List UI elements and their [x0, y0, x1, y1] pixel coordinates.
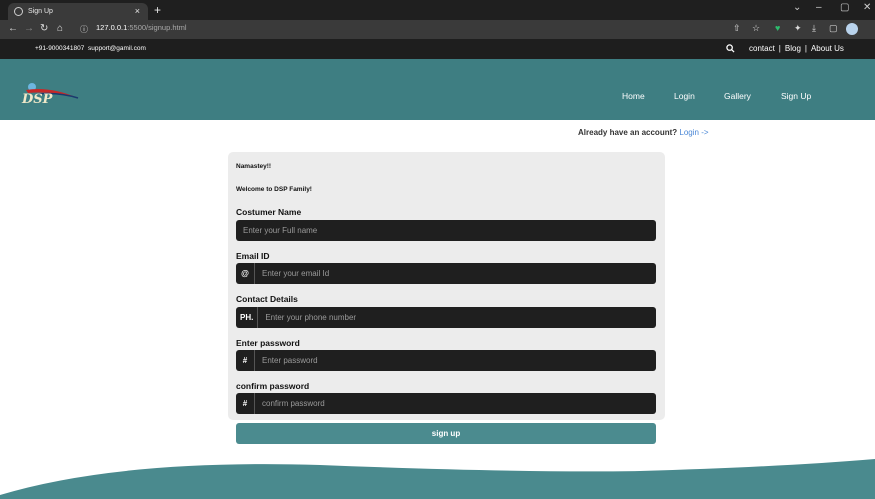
tab-close-icon[interactable]: ×: [135, 6, 140, 16]
phone-number: +91-9000341807: [35, 45, 85, 52]
account-prompt: Already have an account? Login ->: [578, 128, 709, 137]
download-icon[interactable]: ⤓: [812, 23, 816, 34]
confirm-password-label: confirm password: [236, 381, 310, 391]
hash-icon: #: [236, 393, 255, 414]
phone-input[interactable]: PH. Enter your phone number: [236, 307, 656, 328]
greeting-text: Namastey!!: [236, 163, 272, 170]
bookmark-star-icon[interactable]: ☆: [752, 23, 760, 34]
email-input[interactable]: @ Enter your email Id: [236, 263, 656, 284]
login-link[interactable]: Login ->: [679, 128, 708, 137]
topstrip-links: contact | Blog | About Us: [726, 44, 844, 55]
tab-title: Sign Up: [28, 8, 53, 15]
site-logo[interactable]: DSP: [22, 80, 80, 115]
password-label: Enter password: [236, 338, 300, 348]
browser-tabbar: Sign Up × + ⌄ – ▢ ✕: [0, 0, 875, 20]
back-icon[interactable]: ←: [8, 23, 18, 34]
site-navbar: [0, 59, 875, 120]
confirm-password-placeholder: confirm password: [262, 399, 325, 408]
password-placeholder: Enter password: [262, 356, 318, 365]
url-host: 127.0.0.1: [96, 23, 128, 32]
info-icon[interactable]: ⓘ: [80, 24, 88, 35]
name-label: Costumer Name: [236, 207, 302, 217]
name-input[interactable]: Enter your Full name: [236, 220, 656, 241]
profile-avatar[interactable]: [846, 23, 858, 35]
tab-search-icon[interactable]: ⌄: [793, 2, 801, 13]
nav-gallery[interactable]: Gallery: [724, 91, 751, 101]
about-us-link[interactable]: About Us: [811, 44, 844, 55]
share-icon[interactable]: ⇧: [733, 23, 741, 34]
signup-button[interactable]: sign up: [236, 423, 656, 444]
new-tab-button[interactable]: +: [154, 3, 161, 17]
phone-placeholder: Enter your phone number: [265, 313, 357, 322]
account-prompt-text: Already have an account?: [578, 128, 678, 137]
contact-label: Contact Details: [236, 294, 298, 304]
email-placeholder: Enter your email Id: [262, 269, 330, 278]
separator: |: [778, 44, 781, 53]
logo-text: DSP: [22, 92, 53, 107]
url-path: :5500/signup.html: [127, 23, 187, 32]
url-field[interactable]: 127.0.0.1:5500/signup.html: [96, 23, 187, 32]
phone-prefix: PH.: [236, 307, 259, 328]
support-email: support@gamil.com: [87, 45, 146, 52]
minimize-icon[interactable]: –: [816, 2, 822, 13]
reload-icon[interactable]: ↻: [40, 23, 48, 34]
extension-icon[interactable]: ♥: [775, 23, 780, 33]
browser-tab[interactable]: Sign Up ×: [8, 3, 148, 20]
close-window-icon[interactable]: ✕: [863, 2, 871, 13]
at-icon: @: [236, 263, 255, 284]
name-placeholder: Enter your Full name: [243, 226, 318, 235]
nav-home[interactable]: Home: [622, 91, 645, 101]
contact-info: +91-9000341807 support@gamil.com: [35, 45, 146, 52]
search-icon[interactable]: [726, 44, 735, 55]
confirm-password-input[interactable]: # confirm password: [236, 393, 656, 414]
welcome-text: Welcome to DSP Family!: [236, 186, 312, 193]
footer-wave: [0, 459, 875, 499]
contact-link[interactable]: contact: [749, 44, 775, 55]
nav-signup[interactable]: Sign Up: [781, 91, 811, 101]
separator: |: [804, 44, 807, 53]
blog-link[interactable]: Blog: [785, 44, 801, 55]
forward-icon[interactable]: →: [24, 23, 34, 34]
site-topstrip: +91-9000341807 support@gamil.com contact…: [0, 39, 875, 59]
sidepanel-icon[interactable]: ▢: [829, 23, 838, 34]
hash-icon: #: [236, 350, 255, 371]
email-label: Email ID: [236, 251, 270, 261]
globe-icon: [14, 7, 23, 16]
address-bar: ← → ↻ ⌂ ⓘ 127.0.0.1:5500/signup.html ⇧ ☆…: [0, 20, 875, 39]
puzzle-icon[interactable]: ✦: [794, 23, 802, 34]
nav-login[interactable]: Login: [674, 91, 695, 101]
maximize-icon[interactable]: ▢: [840, 2, 849, 13]
home-icon[interactable]: ⌂: [57, 23, 63, 34]
password-input[interactable]: # Enter password: [236, 350, 656, 371]
